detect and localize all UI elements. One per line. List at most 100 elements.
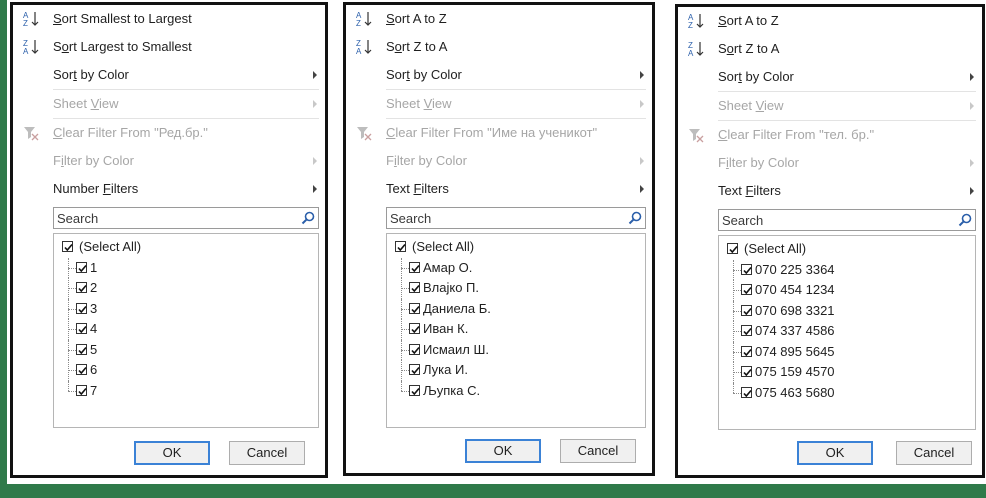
search-icon[interactable]: [298, 208, 318, 228]
search-input[interactable]: [719, 211, 955, 229]
svg-text:A: A: [356, 47, 362, 56]
list-item[interactable]: 3: [54, 298, 318, 319]
checkbox-checked-icon[interactable]: [741, 284, 752, 295]
search-box: [386, 207, 646, 229]
list-item[interactable]: 1: [54, 257, 318, 278]
checkbox-checked-icon[interactable]: [741, 263, 752, 275]
chevron-right-icon: [640, 71, 644, 79]
value-list[interactable]: (Select All) Амар О. Влајко П. Даниела Б. Ив…: [386, 233, 646, 428]
checkbox-checked-icon[interactable]: [409, 384, 420, 396]
type-filters-item[interactable]: Number Filters: [13, 175, 325, 203]
checkbox-checked-icon[interactable]: [62, 241, 73, 252]
ok-button[interactable]: OK: [465, 439, 541, 463]
list-item[interactable]: 075 463 5680: [719, 382, 975, 404]
sheet-view-item: Sheet View: [678, 92, 982, 120]
checkbox-checked-icon[interactable]: [76, 384, 87, 396]
list-item[interactable]: 4: [54, 319, 318, 340]
sort-by-color-item[interactable]: Sort by Color: [678, 63, 982, 91]
chevron-right-icon: [313, 185, 317, 193]
sort-ascending-item[interactable]: AZ Sort A to Z: [346, 5, 652, 33]
list-item[interactable]: Амар О.: [387, 257, 645, 278]
list-item-label: (Select All): [744, 241, 807, 256]
sort-descending-item[interactable]: ZA Sort Largest to Smallest: [13, 33, 325, 61]
clear-filter-icon: [686, 121, 706, 149]
search-input[interactable]: [54, 209, 298, 227]
checkbox-checked-icon[interactable]: [409, 261, 420, 273]
list-item-label: 2: [90, 280, 98, 295]
filter-by-color-label: Filter by Color: [718, 155, 799, 170]
cancel-button[interactable]: Cancel: [560, 439, 636, 463]
sort-ascending-item[interactable]: AZ Sort A to Z: [678, 7, 982, 35]
list-item[interactable]: Љупка С.: [387, 380, 645, 402]
list-item[interactable]: 7: [54, 380, 318, 402]
checkbox-checked-icon[interactable]: [76, 282, 87, 293]
list-item[interactable]: Влајко П.: [387, 278, 645, 299]
list-item-label: Влајко П.: [423, 280, 480, 295]
dialog-buttons: OK Cancel: [678, 441, 982, 465]
type-filters-label: Number Filters: [53, 181, 139, 196]
sort-descending-item[interactable]: ZA Sort Z to A: [346, 33, 652, 61]
tree-connector: [733, 382, 735, 393]
sort-ascending-label: Sort A to Z: [386, 11, 447, 26]
list-item[interactable]: 075 159 4570: [719, 362, 975, 383]
list-item[interactable]: 070 698 3321: [719, 300, 975, 321]
list-item[interactable]: Лука И.: [387, 360, 645, 381]
checkbox-checked-icon[interactable]: [741, 345, 752, 357]
sort-descending-item[interactable]: ZA Sort Z to A: [678, 35, 982, 63]
list-item[interactable]: 2: [54, 278, 318, 299]
list-item[interactable]: Исмаил Ш.: [387, 339, 645, 360]
list-item[interactable]: 074 337 4586: [719, 321, 975, 342]
list-item[interactable]: 074 895 5645: [719, 341, 975, 362]
cancel-button[interactable]: Cancel: [229, 441, 305, 465]
clear-filter-label: Clear Filter From "Ред.бр.": [53, 125, 208, 140]
checkbox-checked-icon[interactable]: [741, 386, 752, 398]
ok-button[interactable]: OK: [797, 441, 873, 465]
checkbox-checked-icon[interactable]: [409, 343, 420, 355]
list-item-label: 075 463 5680: [755, 384, 835, 400]
search-input[interactable]: [387, 209, 625, 227]
checkbox-checked-icon[interactable]: [409, 323, 420, 334]
cancel-button[interactable]: Cancel: [896, 441, 972, 465]
checkbox-checked-icon[interactable]: [76, 302, 87, 314]
list-item-label: Лука И.: [423, 362, 468, 377]
checkbox-checked-icon[interactable]: [76, 364, 87, 375]
sheet-view-label: Sheet View: [53, 96, 119, 111]
list-item[interactable]: 070 454 1234: [719, 280, 975, 301]
checkbox-checked-icon[interactable]: [741, 304, 752, 316]
select-all-item[interactable]: (Select All): [719, 239, 975, 260]
list-item[interactable]: Иван К.: [387, 319, 645, 340]
type-filters-item[interactable]: Text Filters: [678, 177, 982, 205]
checkbox-checked-icon[interactable]: [741, 325, 752, 336]
list-item[interactable]: 5: [54, 339, 318, 360]
chevron-right-icon: [640, 157, 644, 165]
checkbox-checked-icon[interactable]: [409, 282, 420, 293]
select-all-item[interactable]: (Select All): [387, 237, 645, 258]
list-item-label: 1: [90, 259, 98, 275]
checkbox-checked-icon[interactable]: [741, 366, 752, 377]
sheet-view-item: Sheet View: [13, 90, 325, 118]
sort-by-color-item[interactable]: Sort by Color: [13, 61, 325, 89]
value-list[interactable]: (Select All) 070 225 3364 070 454 1234 070 …: [718, 235, 976, 430]
select-all-item[interactable]: (Select All): [54, 237, 318, 258]
filter-by-color-label: Filter by Color: [386, 153, 467, 168]
checkbox-checked-icon[interactable]: [76, 323, 87, 334]
checkbox-checked-icon[interactable]: [409, 364, 420, 375]
list-item[interactable]: 070 225 3364: [719, 259, 975, 280]
list-item[interactable]: Даниела Б.: [387, 298, 645, 319]
list-item-label: Иван К.: [423, 321, 469, 336]
checkbox-checked-icon[interactable]: [395, 241, 406, 252]
list-item[interactable]: 6: [54, 360, 318, 381]
chevron-right-icon: [313, 157, 317, 165]
type-filters-item[interactable]: Text Filters: [346, 175, 652, 203]
checkbox-checked-icon[interactable]: [727, 243, 738, 254]
sort-descending-icon: ZA: [354, 33, 374, 61]
search-icon[interactable]: [625, 208, 645, 228]
value-list[interactable]: (Select All) 1 2 3 4 5 6 7: [53, 233, 319, 428]
search-icon[interactable]: [955, 210, 975, 230]
checkbox-checked-icon[interactable]: [409, 302, 420, 314]
sort-by-color-item[interactable]: Sort by Color: [346, 61, 652, 89]
checkbox-checked-icon[interactable]: [76, 261, 87, 273]
checkbox-checked-icon[interactable]: [76, 343, 87, 355]
sort-ascending-item[interactable]: AZ Sort Smallest to Largest: [13, 5, 325, 33]
ok-button[interactable]: OK: [134, 441, 210, 465]
